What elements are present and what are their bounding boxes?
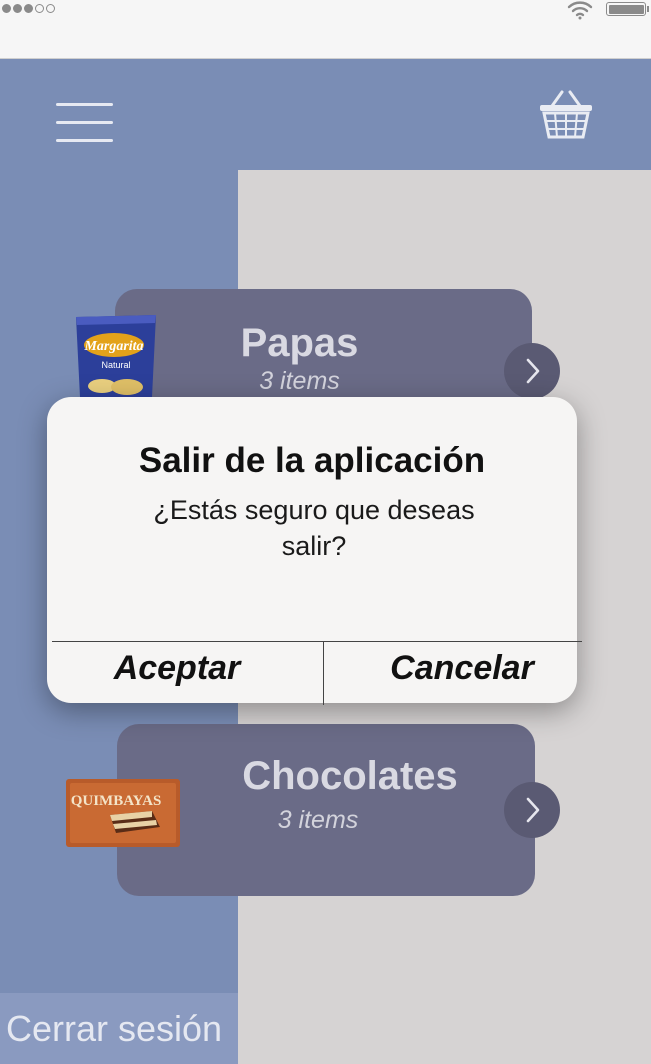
chocolate-bar-image: QUIMBAYAS (66, 779, 180, 847)
category-arrow-chocolates[interactable] (504, 782, 560, 838)
chevron-right-icon (526, 797, 540, 823)
svg-text:QUIMBAYAS: QUIMBAYAS (71, 793, 162, 809)
signal-dots-icon (2, 4, 55, 13)
dialog-divider (52, 641, 582, 642)
wifi-icon (567, 1, 593, 20)
shopping-basket-icon[interactable] (538, 90, 594, 140)
status-bar (0, 0, 651, 59)
category-title: Chocolates (242, 754, 458, 798)
cancel-button[interactable]: Cancelar (377, 645, 547, 691)
hamburger-menu-icon[interactable] (56, 103, 113, 143)
dialog-message: ¿Estás seguro que deseas salir? (153, 495, 475, 561)
battery-icon (606, 2, 649, 16)
svg-text:Margarita: Margarita (83, 339, 143, 354)
category-arrow-papas[interactable] (504, 343, 560, 399)
dialog-button-divider (323, 642, 324, 705)
dialog-title: Salir de la aplicación (138, 441, 486, 480)
chips-bag-image: Margarita Natural (76, 315, 156, 397)
exit-dialog: Salir de la aplicación ¿Estás seguro que… (47, 397, 582, 705)
logout-button[interactable]: Cerrar sesión (0, 993, 238, 1064)
chevron-right-icon (526, 358, 540, 384)
svg-text:Natural: Natural (101, 360, 130, 370)
accept-button[interactable]: Aceptar (87, 645, 267, 691)
